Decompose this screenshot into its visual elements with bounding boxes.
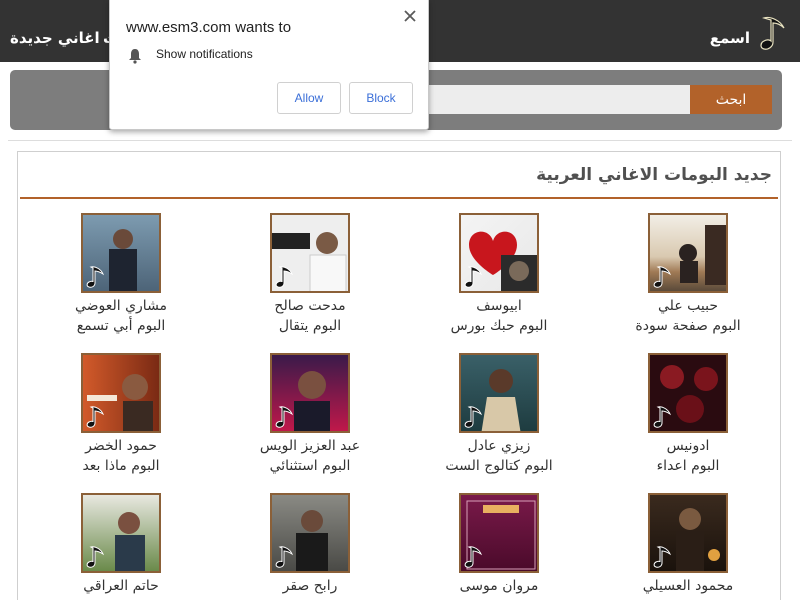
music-note-icon — [86, 546, 105, 568]
music-note-icon — [86, 266, 105, 288]
popup-message: Show notifications — [156, 47, 253, 61]
album-artist[interactable]: حاتم العراقي — [26, 578, 216, 594]
music-note-logo-icon[interactable] — [758, 14, 788, 52]
album-cover[interactable] — [459, 353, 539, 433]
album-card: حمود الخضر البوم ماذا بعد — [26, 353, 216, 488]
brand-name[interactable]: اسمع — [710, 28, 750, 48]
album-artist[interactable]: حبيب علي — [593, 298, 783, 314]
album-cover[interactable] — [270, 353, 350, 433]
music-note-icon — [275, 406, 294, 428]
allow-button[interactable]: Allow — [277, 82, 341, 114]
album-title[interactable]: البوم استثنائي — [215, 458, 405, 474]
album-cover[interactable] — [459, 213, 539, 293]
album-cover[interactable] — [81, 213, 161, 293]
album-card: مدحت صالح البوم يتقال — [215, 213, 405, 348]
album-card: حبيب علي البوم صفحة سودة — [593, 213, 783, 348]
nav-link-new-songs[interactable]: اغاني جديدة — [10, 28, 100, 48]
notification-permission-popup: www.esm3.com wants to Show notifications… — [109, 0, 429, 130]
album-title[interactable]: البوم ماذا بعد — [26, 458, 216, 474]
divider — [8, 140, 792, 141]
album-cover[interactable] — [648, 493, 728, 573]
album-title[interactable]: البوم صفحة سودة — [593, 318, 783, 334]
music-note-icon — [464, 546, 483, 568]
album-artist[interactable]: حمود الخضر — [26, 438, 216, 454]
album-card: زيزي عادل البوم كتالوج الست — [404, 353, 594, 488]
music-note-icon — [86, 406, 105, 428]
music-note-icon — [653, 266, 672, 288]
close-icon[interactable] — [402, 8, 418, 24]
album-cover[interactable] — [81, 493, 161, 573]
album-card: عبد العزيز الويس البوم استثنائي — [215, 353, 405, 488]
album-cover[interactable] — [81, 353, 161, 433]
album-cover[interactable] — [270, 493, 350, 573]
album-title[interactable]: البوم حبك بورس — [404, 318, 594, 334]
album-cover[interactable] — [270, 213, 350, 293]
popup-title: www.esm3.com wants to — [126, 19, 292, 36]
album-title[interactable]: البوم أبي تسمع — [26, 318, 216, 334]
album-card: محمود العسيلي — [593, 493, 783, 600]
album-cover[interactable] — [648, 213, 728, 293]
album-artist[interactable]: مروان موسى — [404, 578, 594, 594]
album-title[interactable]: البوم كتالوج الست — [404, 458, 594, 474]
album-card: مشاري العوضي البوم أبي تسمع — [26, 213, 216, 348]
music-note-icon — [464, 406, 483, 428]
music-note-icon — [653, 406, 672, 428]
album-card: ادونيس البوم اعداء — [593, 353, 783, 488]
album-grid: حبيب علي البوم صفحة سودة ابيوسف البوم حب… — [18, 152, 782, 600]
album-title[interactable]: البوم اعداء — [593, 458, 783, 474]
music-note-icon — [275, 546, 294, 568]
bell-icon — [129, 49, 141, 64]
album-cover[interactable] — [648, 353, 728, 433]
album-artist[interactable]: زيزي عادل — [404, 438, 594, 454]
music-note-icon — [653, 546, 672, 568]
album-card: رابح صقر — [215, 493, 405, 600]
music-note-icon — [464, 266, 483, 288]
album-title[interactable]: البوم يتقال — [215, 318, 405, 334]
new-albums-panel: جديد البومات الاغاني العربية حبيب علي ال… — [17, 151, 781, 600]
album-card: ابيوسف البوم حبك بورس — [404, 213, 594, 348]
album-card: حاتم العراقي — [26, 493, 216, 600]
album-card: مروان موسى — [404, 493, 594, 600]
album-artist[interactable]: عبد العزيز الويس — [215, 438, 405, 454]
music-note-icon — [275, 266, 294, 288]
album-artist[interactable]: ابيوسف — [404, 298, 594, 314]
block-button[interactable]: Block — [349, 82, 413, 114]
album-artist[interactable]: محمود العسيلي — [593, 578, 783, 594]
album-artist[interactable]: مشاري العوضي — [26, 298, 216, 314]
album-cover[interactable] — [459, 493, 539, 573]
album-artist[interactable]: مدحت صالح — [215, 298, 405, 314]
search-button[interactable]: ابحث — [690, 85, 772, 114]
album-artist[interactable]: ادونيس — [593, 438, 783, 454]
album-artist[interactable]: رابح صقر — [215, 578, 405, 594]
